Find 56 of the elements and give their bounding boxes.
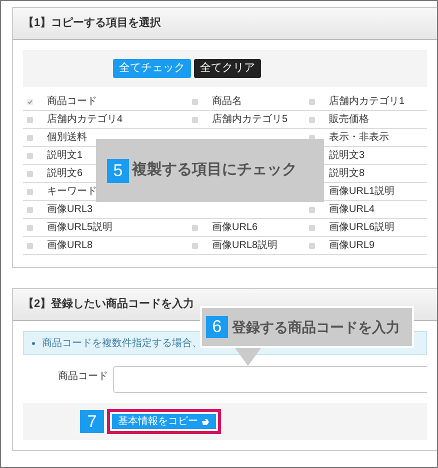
panel-title: 【2】登録したい商品コードを入力	[23, 296, 194, 312]
checkbox-label: 説明文6	[47, 166, 83, 181]
checkbox-label: 販売価格	[329, 112, 369, 127]
checkbox[interactable]	[27, 116, 33, 122]
checkbox-label: キーワード	[47, 185, 97, 199]
checkbox-label: 商品コード	[47, 94, 97, 109]
checkbox-label: 画像URL4	[329, 203, 375, 217]
checkbox[interactable]	[309, 98, 315, 104]
checkbox[interactable]	[27, 152, 33, 158]
input-field[interactable]	[113, 366, 427, 393]
checkbox-label: 画像URL3	[47, 203, 93, 217]
checkbox[interactable]	[309, 242, 315, 248]
info-text: 商品コードを複数件指定する場合、	[42, 336, 202, 350]
checkbox[interactable]	[192, 224, 198, 230]
step-number: 6	[206, 316, 228, 338]
callout-text: 複製する項目にチェック	[132, 160, 297, 180]
select-button[interactable]: 全てクリア	[194, 59, 261, 78]
step-number: 7	[80, 410, 104, 433]
checkbox-label: 画像URL9	[329, 239, 375, 253]
checkbox-label: 画像URL1説明	[329, 184, 395, 199]
field-label: 商品コード	[57, 370, 109, 384]
checkbox-label: 画像URL8	[47, 239, 93, 253]
checkbox[interactable]	[27, 98, 33, 104]
checkbox-label: 商品名	[212, 94, 242, 109]
callout-text: 登録する商品コードを入力	[232, 318, 400, 337]
check-icon	[27, 98, 33, 104]
pointing-hand-icon	[201, 418, 210, 426]
checkbox-label: 個別送料	[47, 130, 87, 145]
checkbox-label: 表示・非表示	[329, 130, 389, 145]
select-button[interactable]: 全てチェック	[113, 59, 191, 78]
checkbox-label: 画像URL8説明	[212, 238, 278, 253]
checkbox-label: 店舗内カテゴリ4	[47, 112, 123, 127]
checkbox-label: 店舗内カテゴリ5	[212, 112, 288, 127]
bullet-icon	[32, 342, 35, 344]
checkbox[interactable]	[27, 170, 33, 176]
checkbox[interactable]	[192, 242, 198, 248]
checkbox-label: 画像URL6説明	[329, 220, 395, 235]
copy-button[interactable]: 基本情報をコピー	[112, 414, 216, 429]
checkbox[interactable]	[27, 188, 33, 194]
checkbox-label: 説明文1	[47, 148, 83, 163]
step-number: 5	[107, 158, 129, 182]
checkbox[interactable]	[27, 242, 33, 248]
panel-title: 【1】コピーする項目を選択	[23, 16, 162, 32]
checkbox[interactable]	[27, 134, 33, 140]
checkbox-label: 説明文3	[329, 148, 365, 163]
checkbox[interactable]	[309, 116, 315, 122]
checkbox[interactable]	[192, 98, 198, 104]
checkbox[interactable]	[309, 206, 315, 212]
checkbox-label: 画像URL6	[212, 221, 258, 235]
checkbox-label: 説明文8	[329, 166, 365, 181]
checkbox[interactable]	[27, 224, 33, 230]
checkbox[interactable]	[192, 116, 198, 122]
checkbox[interactable]	[27, 206, 33, 212]
checkbox-label: 画像URL5説明	[47, 220, 113, 235]
checkbox[interactable]	[309, 224, 315, 230]
checkbox-label: 店舗内カテゴリ1	[329, 94, 405, 109]
